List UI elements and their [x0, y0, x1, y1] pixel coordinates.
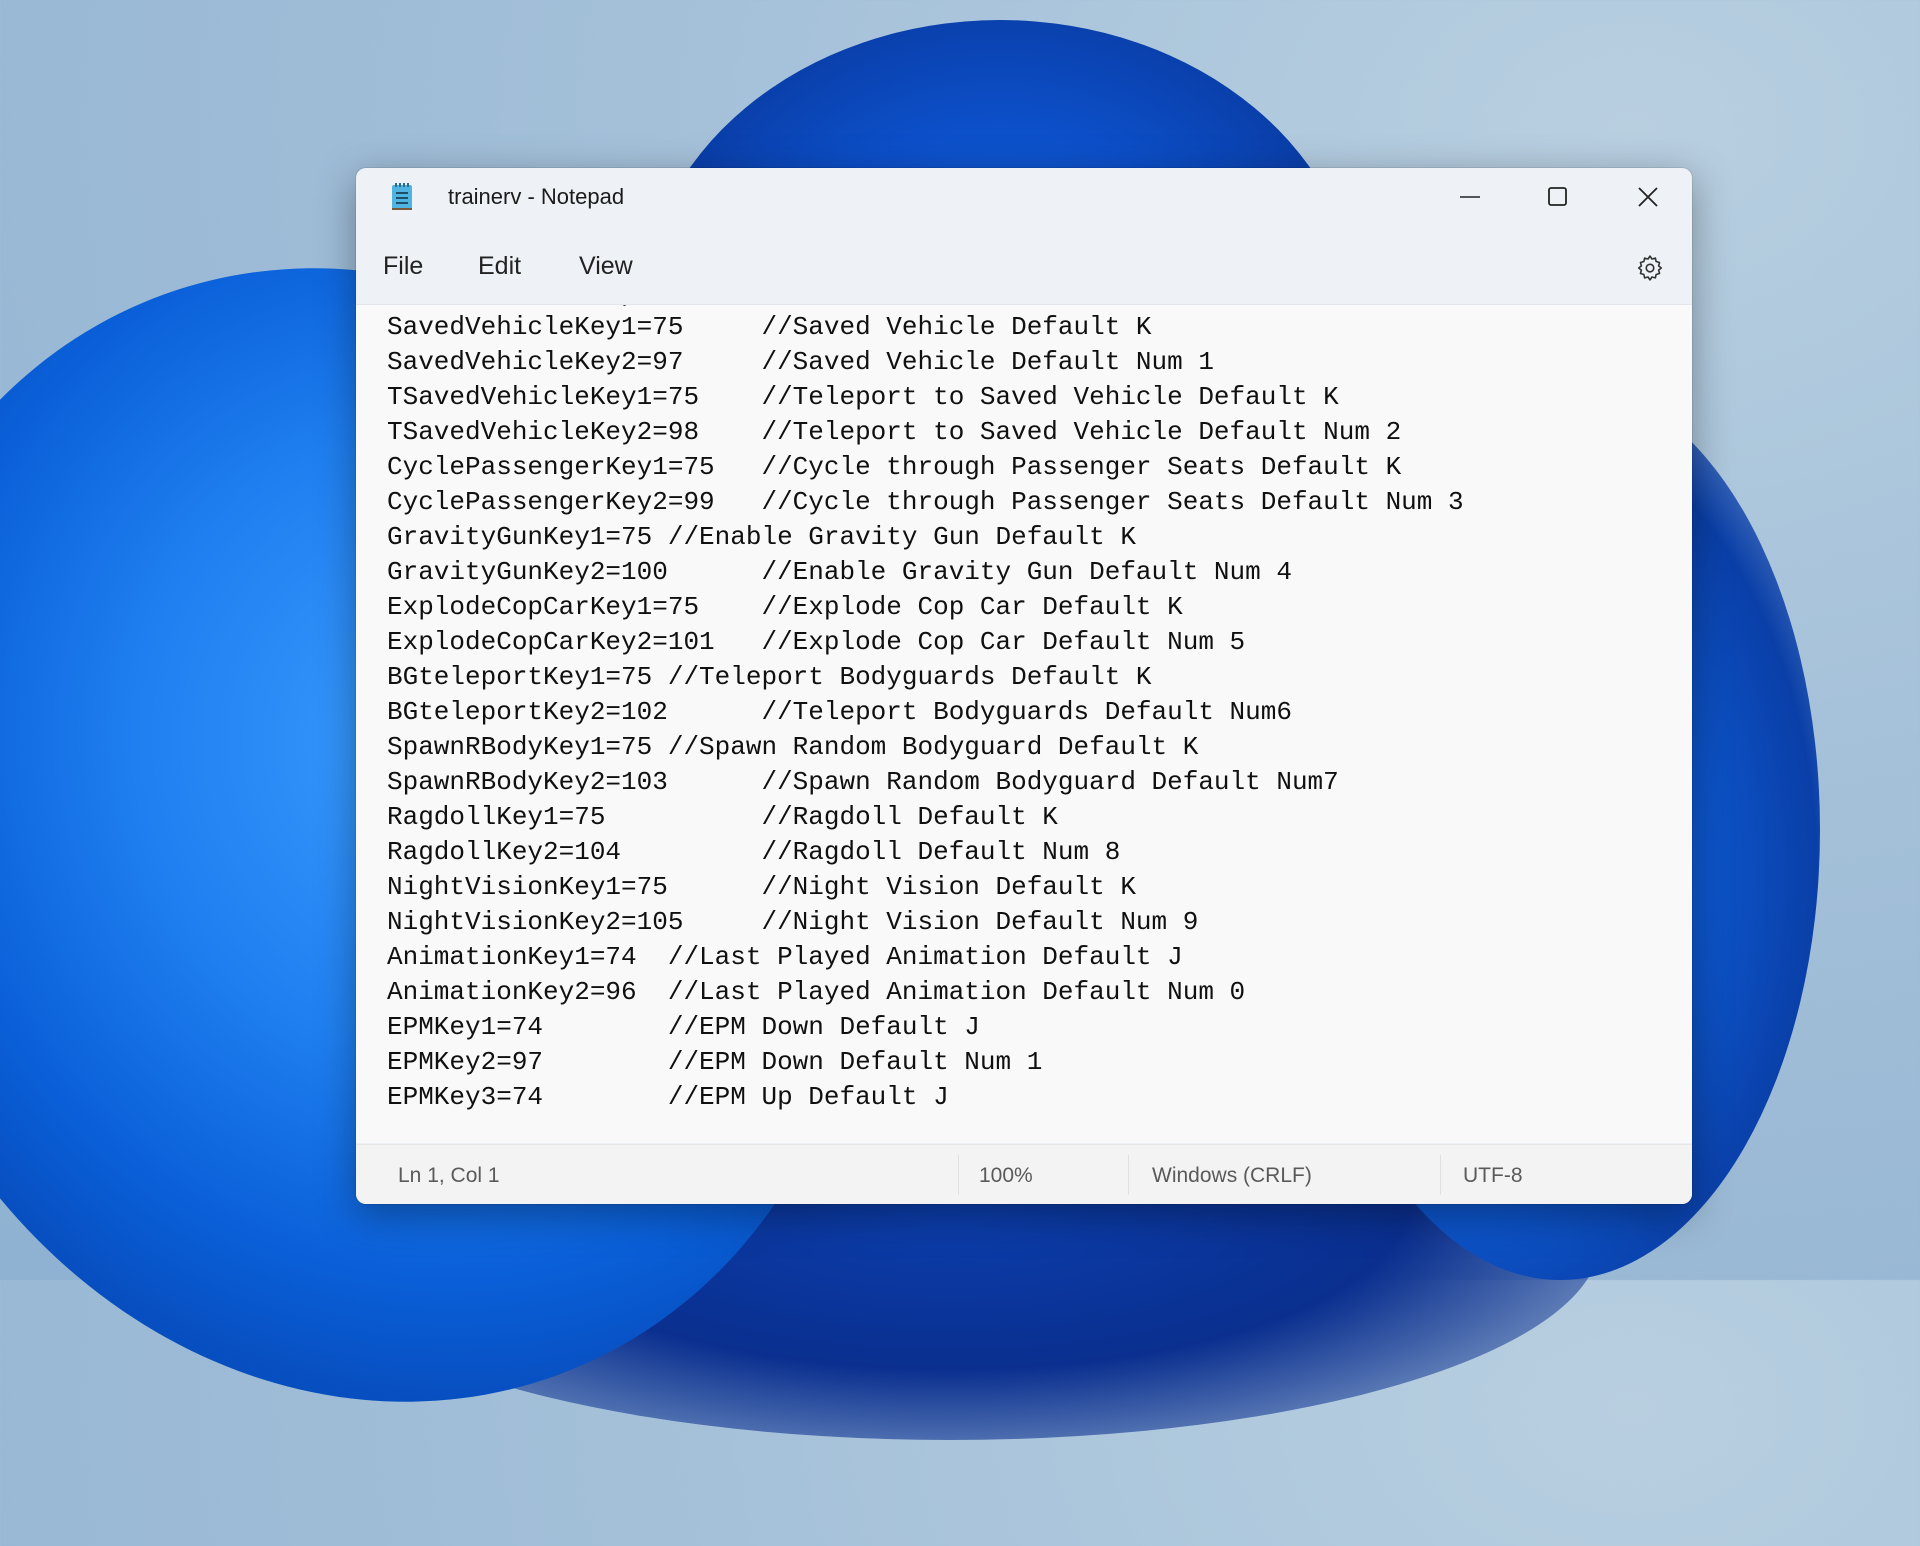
text-line: ExplodeCopCarKey1=75 //Explode Cop Car D… — [387, 592, 1183, 622]
text-line: GravityGunKey2=100 //Enable Gravity Gun … — [387, 557, 1292, 587]
text-line: BGteleportKey2=102 //Teleport Bodyguards… — [387, 697, 1292, 727]
close-button[interactable] — [1604, 168, 1692, 226]
text-line: TSavedVehicleKey2=98 //Teleport to Saved… — [387, 417, 1402, 447]
notepad-icon — [392, 183, 412, 210]
text-line: EPMKey1=74 //EPM Down Default J — [387, 1012, 980, 1042]
divider — [958, 1155, 959, 1195]
text-line: SpawnRBodyKey2=103 //Spawn Random Bodygu… — [387, 767, 1339, 797]
text-line: EPMKey2=97 //EPM Down Default Num 1 — [387, 1047, 1043, 1077]
settings-button[interactable] — [1630, 248, 1670, 288]
gear-icon — [1637, 255, 1663, 281]
encoding[interactable]: UTF-8 — [1463, 1164, 1523, 1188]
menu-file[interactable]: File — [373, 246, 433, 287]
text-line: SpawnRBodyKey1=75 //Spawn Random Bodygua… — [387, 732, 1199, 762]
text-line: CyclePassengerKey1=75 //Cycle through Pa… — [387, 452, 1402, 482]
text-line: EPMKey3=74 //EPM Up Default J — [387, 1082, 949, 1112]
title-bar[interactable]: trainerv - Notepad — [356, 168, 1692, 226]
minimize-button[interactable] — [1426, 168, 1514, 226]
status-bar: Ln 1, Col 1 100% Windows (CRLF) UTF-8 — [356, 1144, 1692, 1204]
text-line: TSavedVehicleKey1=75 //Teleport to Saved… — [387, 382, 1339, 412]
text-line: NightVisionKey2=105 //Night Vision Defau… — [387, 907, 1199, 937]
zoom-level[interactable]: 100% — [979, 1164, 1033, 1188]
text-line: RagdollKey2=104 //Ragdoll Default Num 8 — [387, 837, 1121, 867]
close-icon — [1638, 187, 1658, 207]
text-line: ExplodeCopCarKey2=101 //Explode Cop Car … — [387, 627, 1246, 657]
menu-edit[interactable]: Edit — [468, 246, 531, 287]
cursor-position: Ln 1, Col 1 — [398, 1164, 500, 1187]
text-line: AnimationKey2=96 //Last Played Animation… — [387, 977, 1246, 1007]
text-line: AnimationKey1=74 //Last Played Animation… — [387, 942, 1183, 972]
text-line: RagdollKey1=75 //Ragdoll Default K — [387, 802, 1058, 832]
editor-content[interactable]: SavedVehicleKey1=75 //Saved Vehicle Defa… — [387, 310, 1464, 1115]
text-line: CyclePassengerKey2=99 //Cycle through Pa… — [387, 487, 1464, 517]
text-line: SavedVehicleKey1=75 //Saved Vehicle Defa… — [387, 312, 1152, 342]
text-cursor — [623, 305, 626, 306]
window-title: trainerv - Notepad — [448, 184, 625, 209]
divider — [1128, 1155, 1129, 1195]
notepad-window: trainerv - Notepad File Edit View SavedV… — [356, 168, 1692, 1204]
maximize-icon — [1548, 187, 1567, 206]
text-line: SavedVehicleKey2=97 //Saved Vehicle Defa… — [387, 347, 1214, 377]
menu-view[interactable]: View — [569, 246, 643, 287]
maximize-button[interactable] — [1514, 168, 1602, 226]
line-ending[interactable]: Windows (CRLF) — [1152, 1164, 1312, 1188]
minimize-icon — [1460, 196, 1480, 198]
text-line: GravityGunKey1=75 //Enable Gravity Gun D… — [387, 522, 1136, 552]
text-line: BGteleportKey1=75 //Teleport Bodyguards … — [387, 662, 1152, 692]
menu-bar: File Edit View — [356, 226, 1692, 305]
text-editor[interactable]: SavedVehicleKey1=75 //Saved Vehicle Defa… — [356, 305, 1692, 1143]
divider — [1440, 1155, 1441, 1195]
text-line: NightVisionKey1=75 //Night Vision Defaul… — [387, 872, 1136, 902]
